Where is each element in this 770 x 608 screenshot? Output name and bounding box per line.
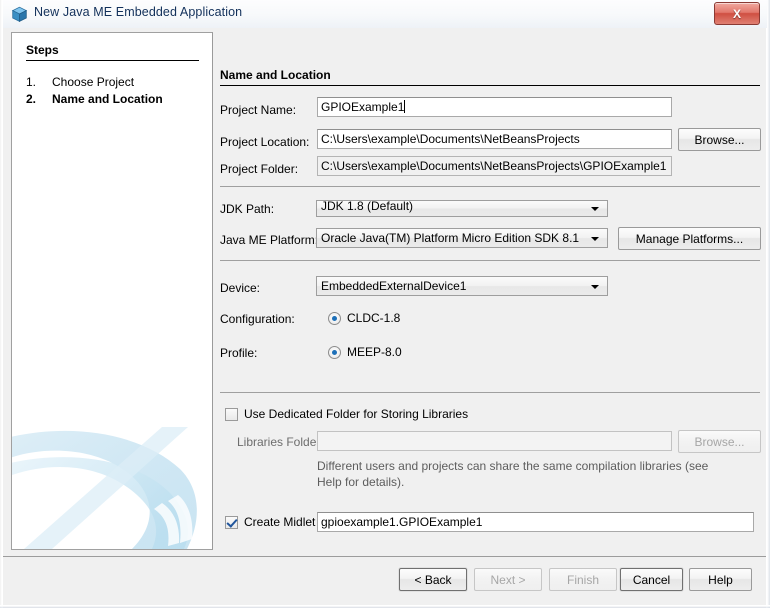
use-dedicated-folder-label: Use Dedicated Folder for Storing Librari… — [244, 407, 469, 421]
dialog-button-bar: < Back Next > Finish Cancel Help — [3, 556, 766, 605]
libraries-folder-input — [317, 431, 672, 451]
project-folder-label: Project Folder: — [220, 162, 299, 176]
window-edge-right — [766, 0, 770, 608]
project-folder-input: C:\Users\example\Documents\NetBeansProje… — [317, 156, 672, 176]
jdk-path-value: JDK 1.8 (Default) — [321, 200, 414, 213]
project-name-input[interactable]: GPIOExample1 — [317, 97, 672, 117]
wizard-content-panel: Name and Location Project Name: GPIOExam… — [215, 28, 763, 558]
page-title: Name and Location — [220, 68, 331, 82]
decorative-swoosh-graphic — [12, 427, 197, 549]
create-midlet-label: Create Midlet — [244, 515, 316, 529]
project-location-input[interactable]: C:\Users\example\Documents\NetBeansProje… — [317, 129, 672, 149]
device-dropdown[interactable]: EmbeddedExternalDevice1 — [316, 276, 608, 296]
create-midlet-input[interactable]: gpioexample1.GPIOExample1 — [317, 512, 754, 532]
radio-icon — [328, 345, 341, 359]
manage-platforms-button[interactable]: Manage Platforms... — [618, 227, 761, 250]
title-bar: New Java ME Embedded Application X — [3, 0, 767, 28]
configuration-radio-cldc-1-8[interactable]: CLDC-1.8 — [328, 311, 400, 325]
finish-button: Finish — [549, 568, 617, 591]
device-label: Device: — [220, 281, 261, 295]
java-me-platform-label: Java ME Platform: — [220, 233, 319, 247]
step-number: 1. — [26, 75, 37, 89]
separator-1 — [220, 186, 760, 187]
close-button[interactable]: X — [714, 2, 760, 25]
step-number: 2. — [26, 92, 37, 106]
jdk-path-dropdown[interactable]: JDK 1.8 (Default) — [316, 200, 608, 217]
help-button[interactable]: Help — [689, 568, 752, 591]
close-icon: X — [732, 6, 741, 21]
cancel-button[interactable]: Cancel — [620, 568, 683, 591]
jdk-path-label: JDK Path: — [220, 202, 275, 216]
libraries-folder-browse-button: Browse... — [678, 430, 761, 453]
use-dedicated-folder-checkbox[interactable]: Use Dedicated Folder for Storing Librari… — [225, 407, 468, 421]
steps-divider — [26, 60, 199, 61]
checkbox-icon — [225, 515, 238, 529]
text-caret — [404, 100, 406, 113]
java-me-platform-dropdown[interactable]: Oracle Java(TM) Platform Micro Edition S… — [316, 228, 608, 248]
configuration-label: Configuration: — [220, 312, 295, 326]
create-midlet-checkbox[interactable]: Create Midlet — [225, 515, 315, 529]
configuration-option-label: CLDC-1.8 — [347, 311, 401, 325]
project-location-label: Project Location: — [220, 135, 310, 149]
project-name-value: GPIOExample1 — [321, 100, 405, 114]
step-label: Choose Project — [52, 75, 135, 89]
window-title: New Java ME Embedded Application — [34, 5, 243, 19]
page-title-divider — [220, 85, 760, 86]
chevron-down-icon — [591, 285, 599, 289]
java-cube-icon — [11, 6, 28, 23]
checkbox-icon — [225, 407, 238, 421]
java-me-platform-value: Oracle Java(TM) Platform Micro Edition S… — [321, 231, 580, 245]
project-name-label: Project Name: — [220, 103, 297, 117]
step-label: Name and Location — [52, 92, 163, 106]
radio-icon — [328, 311, 341, 325]
libraries-help-text: Different users and projects can share t… — [317, 459, 709, 489]
separator-3 — [220, 392, 760, 393]
dialog-window: New Java ME Embedded Application X Steps… — [0, 0, 770, 608]
profile-label: Profile: — [220, 346, 258, 360]
chevron-down-icon — [591, 207, 599, 211]
steps-heading: Steps — [26, 43, 59, 57]
project-location-browse-button[interactable]: Browse... — [678, 128, 761, 151]
separator-2 — [220, 260, 760, 261]
profile-radio-meep-8-0[interactable]: MEEP-8.0 — [328, 345, 402, 359]
profile-option-label: MEEP-8.0 — [347, 345, 402, 359]
libraries-folder-label: Libraries Folder: — [237, 435, 324, 449]
next-button: Next > — [474, 568, 542, 591]
device-value: EmbeddedExternalDevice1 — [321, 279, 467, 293]
chevron-down-icon — [591, 237, 599, 241]
steps-panel: Steps 1. Choose Project 2. Name and Loca… — [11, 32, 213, 550]
back-button[interactable]: < Back — [399, 568, 467, 591]
dialog-client-area: Steps 1. Choose Project 2. Name and Loca… — [3, 28, 766, 605]
